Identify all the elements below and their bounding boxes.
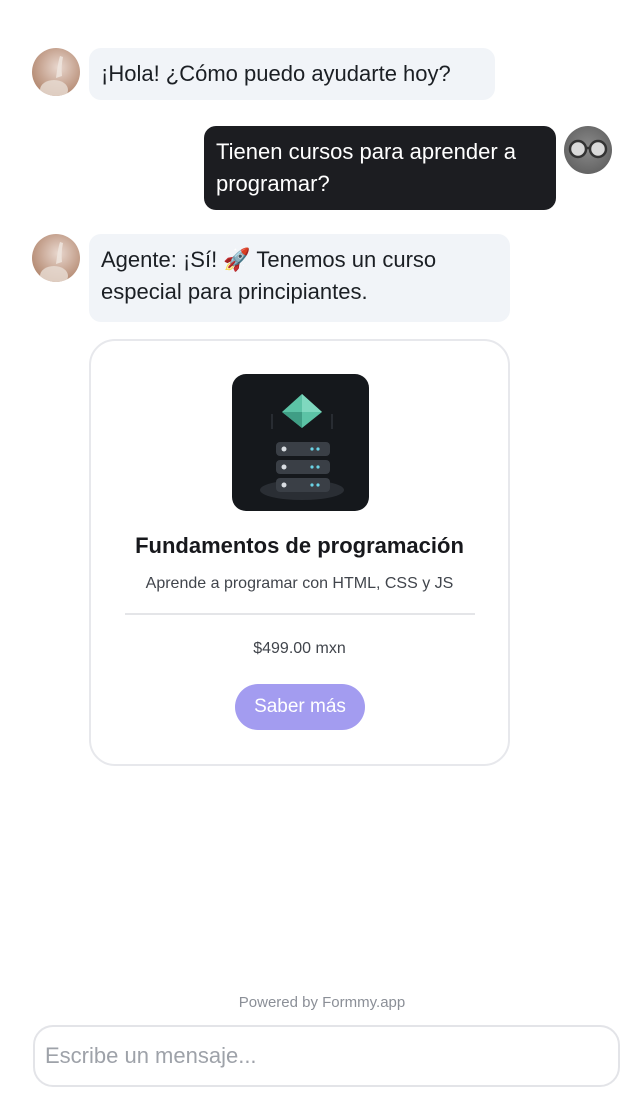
product-title: Fundamentos de programación: [135, 533, 464, 558]
agent-message-text: ¡Hola! ¿Cómo puedo ayudarte hoy?: [101, 61, 451, 86]
user-avatar: [564, 126, 612, 174]
learn-more-button[interactable]: Saber más: [235, 684, 365, 730]
agent-avatar: [32, 48, 80, 96]
agent-photo-icon: [40, 56, 68, 96]
agent-message-bubble: ¡Hola! ¿Cómo puedo ayudarte hoy?: [89, 48, 495, 100]
product-subtitle: Aprende a programar con HTML, CSS y JS: [145, 575, 454, 592]
agent-avatar: [32, 234, 80, 282]
product-card: Fundamentos de programación Aprende a pr…: [89, 339, 510, 766]
product-price: $499.00 mxn: [253, 640, 346, 657]
course-image: [232, 374, 369, 511]
glasses-icon: [568, 139, 608, 159]
user-message-text: Tienen cursos para aprender a programar?: [216, 139, 517, 196]
message-input[interactable]: [35, 1027, 618, 1085]
powered-by-text: Powered by Formmy.app: [238, 994, 406, 1011]
agent-photo-icon: [40, 242, 68, 282]
agent-message-bubble: Agente: ¡Sí! 🚀 Tenemos un curso especial…: [89, 234, 510, 322]
user-message-bubble: Tienen cursos para aprender a programar?: [204, 126, 556, 210]
message-composer: [33, 1025, 620, 1087]
card-divider: [125, 613, 475, 615]
server-crystal-icon: [260, 394, 344, 500]
agent-message-text: Agente: ¡Sí! 🚀 Tenemos un curso especial…: [101, 247, 437, 304]
